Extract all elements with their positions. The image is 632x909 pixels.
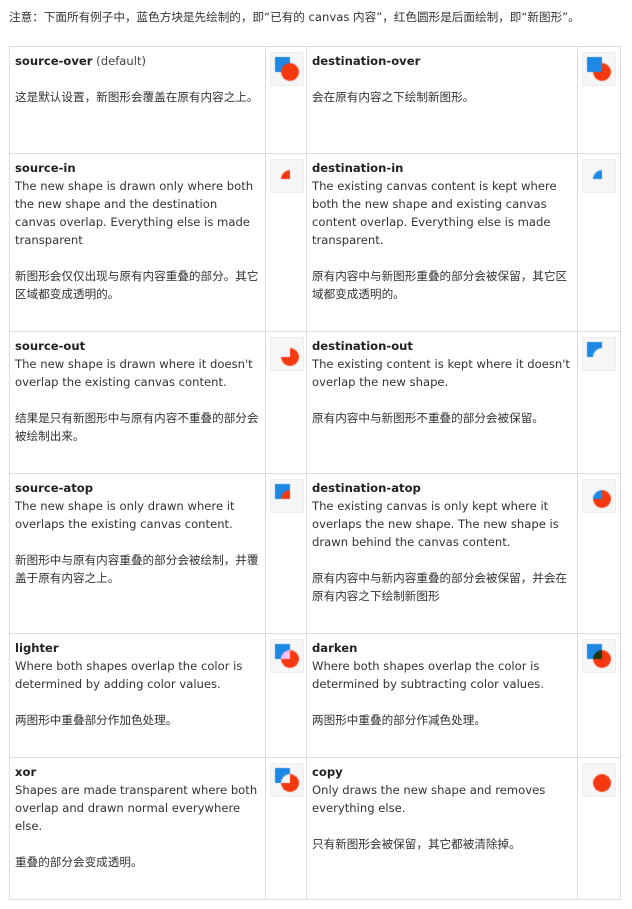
source-atop-example-canvas	[271, 480, 303, 512]
op-name: destination-out	[312, 339, 413, 353]
example-thumbnail	[270, 337, 304, 371]
op-name-note: (default)	[92, 54, 147, 68]
destination-atop-example-canvas	[583, 480, 615, 512]
op-desc-en: The existing canvas content is kept wher…	[312, 179, 557, 247]
example-thumbnail	[582, 159, 616, 193]
darken-example-canvas	[583, 640, 615, 672]
composite-operations-table: source-over (default) 这是默认设置，新图形会覆盖在原有内容…	[9, 46, 621, 900]
op-desc-zh: 结果是只有新图形中与原有内容不重叠的部分会被绘制出来。	[15, 411, 259, 443]
source-in-example-canvas	[271, 160, 303, 192]
table-row: source-in The new shape is drawn only wh…	[9, 153, 621, 332]
table-row: source-over (default) 这是默认设置，新图形会覆盖在原有内容…	[9, 46, 621, 154]
op-desc-en: Where both shapes overlap the color is d…	[15, 659, 243, 691]
op-description: lighter Where both shapes overlap the co…	[9, 633, 266, 758]
destination-out-example-canvas	[583, 338, 615, 370]
op-name: source-out	[15, 339, 86, 353]
source-over-example-canvas	[271, 53, 303, 85]
op-name: source-atop	[15, 481, 94, 495]
op-desc-zh: 原有内容中与新图形不重叠的部分会被保留。	[312, 411, 544, 425]
destination-in-example-canvas	[583, 160, 615, 192]
table-row: xor Shapes are made transparent where bo…	[9, 757, 621, 900]
example-thumbnail	[582, 763, 616, 797]
op-description: copy Only draws the new shape and remove…	[306, 757, 578, 900]
op-desc-en: The existing content is kept where it do…	[312, 357, 570, 389]
copy-example-canvas	[583, 764, 615, 796]
op-name: copy	[312, 765, 343, 779]
op-desc-en: Shapes are made transparent where both o…	[15, 783, 258, 833]
op-description: source-out The new shape is drawn where …	[9, 331, 266, 474]
op-desc-zh: 两图形中重叠的部分作减色处理。	[312, 713, 486, 727]
example-thumbnail	[582, 639, 616, 673]
op-name: source-over	[15, 54, 93, 68]
op-desc-zh: 重叠的部分会变成透明。	[15, 855, 143, 869]
op-name: lighter	[15, 641, 59, 655]
example-thumbnail	[582, 337, 616, 371]
table-row: source-atop The new shape is only drawn …	[9, 473, 621, 634]
op-desc-zh: 新图形会仅仅出现与原有内容重叠的部分。其它区域都变成透明的。	[15, 269, 259, 301]
op-desc-en: The new shape is drawn where it doesn't …	[15, 357, 253, 389]
op-description: xor Shapes are made transparent where bo…	[9, 757, 266, 900]
op-desc-zh: 只有新图形会被保留，其它都被清除掉。	[312, 837, 521, 851]
example-thumbnail	[582, 479, 616, 513]
op-description: source-atop The new shape is only drawn …	[9, 473, 266, 634]
op-name: darken	[312, 641, 358, 655]
example-thumbnail	[270, 639, 304, 673]
example-thumbnail	[270, 763, 304, 797]
op-description: source-in The new shape is drawn only wh…	[9, 153, 266, 332]
op-desc-zh: 新图形中与原有内容重叠的部分会被绘制，并覆盖于原有内容之上。	[15, 553, 259, 585]
op-name: destination-in	[312, 161, 404, 175]
table-row: source-out The new shape is drawn where …	[9, 331, 621, 474]
xor-example-canvas	[271, 764, 303, 796]
example-thumbnail	[270, 479, 304, 513]
lighter-example-canvas	[271, 640, 303, 672]
table-row: lighter Where both shapes overlap the co…	[9, 633, 621, 758]
example-thumbnail	[582, 52, 616, 86]
op-description: destination-in The existing canvas conte…	[306, 153, 578, 332]
op-desc-en: The existing canvas is only kept where i…	[312, 499, 559, 549]
intro-note: 注意：下面所有例子中，蓝色方块是先绘制的，即“已有的 canvas 内容”，红色…	[9, 10, 580, 24]
op-desc-en: Where both shapes overlap the color is d…	[312, 659, 545, 691]
op-desc-en: Only draws the new shape and removes eve…	[312, 783, 546, 815]
destination-over-example-canvas	[583, 53, 615, 85]
op-desc-zh: 会在原有内容之下绘制新图形。	[312, 90, 475, 104]
source-out-example-canvas	[271, 338, 303, 370]
op-description: darken Where both shapes overlap the col…	[306, 633, 578, 758]
example-thumbnail	[270, 52, 304, 86]
op-desc-zh: 两图形中重叠部分作加色处理。	[15, 713, 178, 727]
op-name: destination-atop	[312, 481, 421, 495]
op-desc-en: The new shape is only drawn where it ove…	[15, 499, 235, 531]
op-description: source-over (default) 这是默认设置，新图形会覆盖在原有内容…	[9, 46, 266, 154]
op-desc-en: The new shape is drawn only where both t…	[15, 179, 254, 247]
op-description: destination-out The existing content is …	[306, 331, 578, 474]
op-name: destination-over	[312, 54, 421, 68]
op-name: xor	[15, 765, 37, 779]
op-name: source-in	[15, 161, 76, 175]
op-desc-zh: 原有内容中与新内容重叠的部分会被保留，并会在原有内容之下绘制新图形	[312, 571, 568, 603]
op-desc-zh: 这是默认设置，新图形会覆盖在原有内容之上。	[15, 90, 259, 104]
op-description: destination-atop The existing canvas is …	[306, 473, 578, 634]
op-description: destination-over 会在原有内容之下绘制新图形。	[306, 46, 578, 154]
op-desc-zh: 原有内容中与新图形重叠的部分会被保留，其它区域都变成透明的。	[312, 269, 568, 301]
example-thumbnail	[270, 159, 304, 193]
